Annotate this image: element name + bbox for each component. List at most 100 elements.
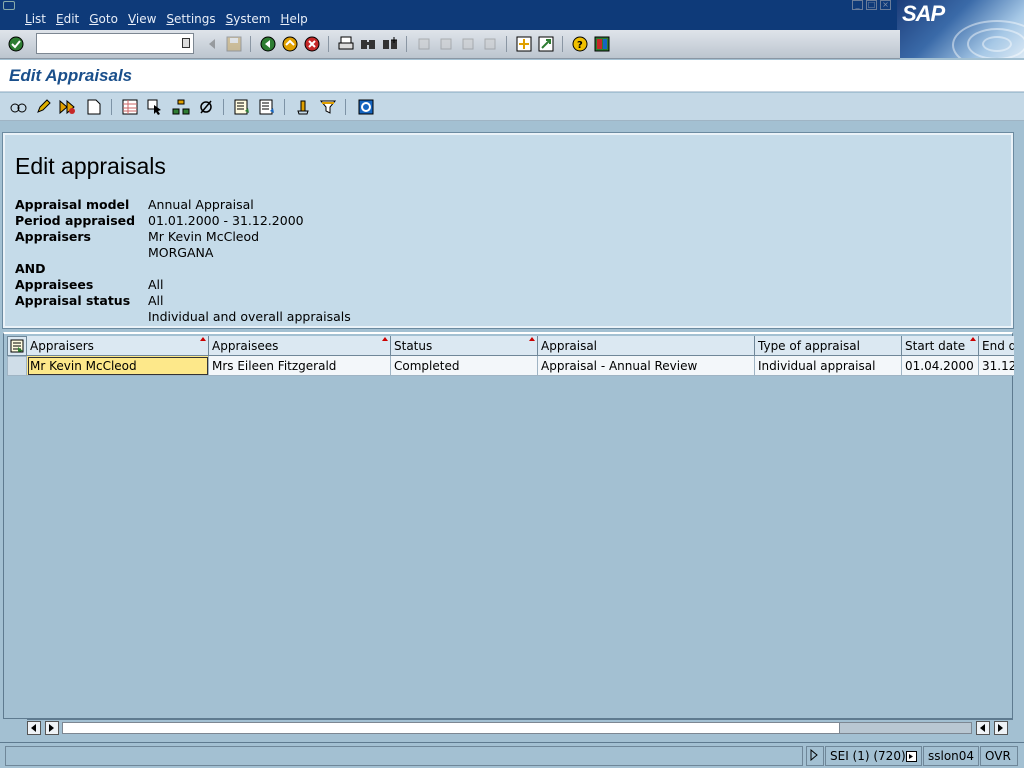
header-row-value: Individual and overall appraisals bbox=[148, 309, 351, 324]
menu-system[interactable]: System bbox=[221, 12, 276, 26]
new-document-icon[interactable] bbox=[83, 96, 104, 117]
menu-list-item[interactable]: List bbox=[20, 12, 51, 26]
save-icon[interactable] bbox=[224, 34, 244, 54]
row-selector[interactable] bbox=[7, 356, 27, 376]
selection-header-panel: Edit appraisals Appraisal model Annual A… bbox=[2, 132, 1014, 329]
find-next-icon[interactable] bbox=[380, 34, 400, 54]
insert-mode[interactable]: OVR bbox=[980, 746, 1018, 766]
exit-icon[interactable] bbox=[280, 34, 300, 54]
header-heading: Edit appraisals bbox=[15, 153, 166, 179]
column-header-end-date[interactable]: End d bbox=[979, 336, 1014, 356]
close-window-icon[interactable]: × bbox=[880, 0, 891, 10]
change-pencil-icon[interactable] bbox=[32, 96, 53, 117]
header-row-value: Mr Kevin McCleod bbox=[148, 229, 260, 244]
previous-page-icon[interactable] bbox=[436, 34, 456, 54]
header-row-value: MORGANA bbox=[148, 245, 214, 260]
table-cell-status[interactable]: Completed bbox=[391, 356, 538, 376]
header-row-value: All bbox=[148, 277, 164, 292]
table-cell-end-date[interactable]: 31.12 bbox=[979, 356, 1014, 376]
page-title: Edit Appraisals bbox=[9, 66, 133, 85]
sort-descending-icon[interactable] bbox=[256, 96, 277, 117]
refresh-icon[interactable] bbox=[355, 96, 376, 117]
command-field[interactable] bbox=[36, 33, 194, 54]
column-header-appraisees[interactable]: Appraisees bbox=[209, 336, 391, 356]
application-toolbar bbox=[0, 93, 1024, 121]
menu-settings[interactable]: Settings bbox=[161, 12, 220, 26]
print-icon[interactable] bbox=[336, 34, 356, 54]
scroll-right-icon[interactable] bbox=[45, 721, 59, 735]
sort-indicator-icon bbox=[200, 337, 206, 341]
title-bar: Edit Appraisals bbox=[0, 60, 1024, 92]
table-cell-start-date[interactable]: 01.04.2000 bbox=[902, 356, 979, 376]
status-bar: SEI (1) (720) sslon04 OVR bbox=[0, 742, 1024, 768]
details-icon[interactable] bbox=[119, 96, 140, 117]
layout-menu-icon[interactable] bbox=[592, 34, 612, 54]
find-icon[interactable] bbox=[358, 34, 378, 54]
sum-icon[interactable] bbox=[292, 96, 313, 117]
table-cell-type[interactable]: Individual appraisal bbox=[755, 356, 902, 376]
header-row-key: Period appraised bbox=[15, 213, 136, 228]
column-header-type-of-appraisal[interactable]: Type of appraisal bbox=[755, 336, 902, 356]
hierarchy-icon[interactable] bbox=[170, 96, 191, 117]
sap-logo-text: SAP bbox=[902, 1, 945, 26]
scroll-left-end-icon[interactable] bbox=[976, 721, 990, 735]
header-row-key: AND bbox=[15, 261, 46, 276]
collapse-arrow-icon[interactable] bbox=[202, 34, 222, 54]
message-area bbox=[5, 746, 803, 766]
column-header-appraisal[interactable]: Appraisal bbox=[538, 336, 755, 356]
appraisals-grid: Appraisers Appraisees Status Appraisal T… bbox=[3, 332, 1014, 719]
table-cell-appraiser[interactable]: Mr Kevin McCleod bbox=[27, 356, 209, 376]
menu-bar: List Edit Goto View Settings System Help… bbox=[0, 0, 1024, 30]
window-controls: _ □ × bbox=[852, 0, 891, 10]
sap-window: List Edit Goto View Settings System Help… bbox=[0, 0, 1024, 768]
next-page-icon[interactable] bbox=[458, 34, 478, 54]
help-icon[interactable]: ? bbox=[570, 34, 590, 54]
header-row-key: Appraisal model bbox=[15, 197, 130, 212]
status-expand-icon[interactable] bbox=[806, 746, 824, 766]
table-cell-appraisee[interactable]: Mrs Eileen Fitzgerald bbox=[209, 356, 391, 376]
column-header-appraisers[interactable]: Appraisers bbox=[27, 336, 209, 356]
last-page-icon[interactable] bbox=[480, 34, 500, 54]
header-row-key: Appraisers bbox=[15, 229, 91, 244]
cancel-icon[interactable] bbox=[302, 34, 322, 54]
sort-ascending-icon[interactable] bbox=[231, 96, 252, 117]
menu-help[interactable]: Help bbox=[275, 12, 312, 26]
horizontal-scrollbar[interactable] bbox=[27, 719, 1013, 736]
execute-icon[interactable] bbox=[57, 96, 78, 117]
menu-view[interactable]: View bbox=[123, 12, 161, 26]
header-row-value: Annual Appraisal bbox=[148, 197, 254, 212]
sort-indicator-icon bbox=[382, 337, 388, 341]
select-icon[interactable] bbox=[144, 96, 165, 117]
shortcut-icon[interactable] bbox=[536, 34, 556, 54]
back-icon[interactable] bbox=[258, 34, 278, 54]
server-name: sslon04 bbox=[923, 746, 979, 766]
svg-text:?: ? bbox=[577, 40, 583, 51]
scroll-left-icon[interactable] bbox=[27, 721, 41, 735]
system-menu-icon[interactable] bbox=[3, 1, 15, 10]
display-icon[interactable] bbox=[8, 96, 29, 117]
minimize-icon[interactable]: _ bbox=[852, 0, 863, 10]
header-row-key: Appraisees bbox=[15, 277, 94, 292]
session-info: SEI (1) (720) bbox=[825, 746, 922, 766]
create-session-icon[interactable] bbox=[514, 34, 534, 54]
scroll-track[interactable] bbox=[62, 722, 972, 734]
delete-icon[interactable] bbox=[195, 96, 216, 117]
command-history-icon[interactable] bbox=[182, 38, 190, 48]
header-row-value: All bbox=[148, 293, 164, 308]
scroll-right-end-icon[interactable] bbox=[994, 721, 1008, 735]
filter-icon[interactable] bbox=[317, 96, 338, 117]
command-input[interactable] bbox=[37, 34, 177, 53]
header-row-key: Appraisal status bbox=[15, 293, 131, 308]
session-dropdown-icon[interactable] bbox=[906, 751, 917, 762]
menu-edit[interactable]: Edit bbox=[51, 12, 84, 26]
column-header-status[interactable]: Status bbox=[391, 336, 538, 356]
sort-indicator-icon bbox=[970, 337, 976, 341]
first-page-icon[interactable] bbox=[414, 34, 434, 54]
column-header-start-date[interactable]: Start date bbox=[902, 336, 979, 356]
sap-logo: SAP bbox=[897, 0, 1024, 58]
restore-icon[interactable]: □ bbox=[866, 0, 877, 10]
table-cell-appraisal[interactable]: Appraisal - Annual Review bbox=[538, 356, 755, 376]
enter-icon[interactable] bbox=[6, 34, 26, 54]
menu-goto[interactable]: Goto bbox=[84, 12, 123, 26]
scroll-thumb[interactable] bbox=[839, 722, 972, 734]
